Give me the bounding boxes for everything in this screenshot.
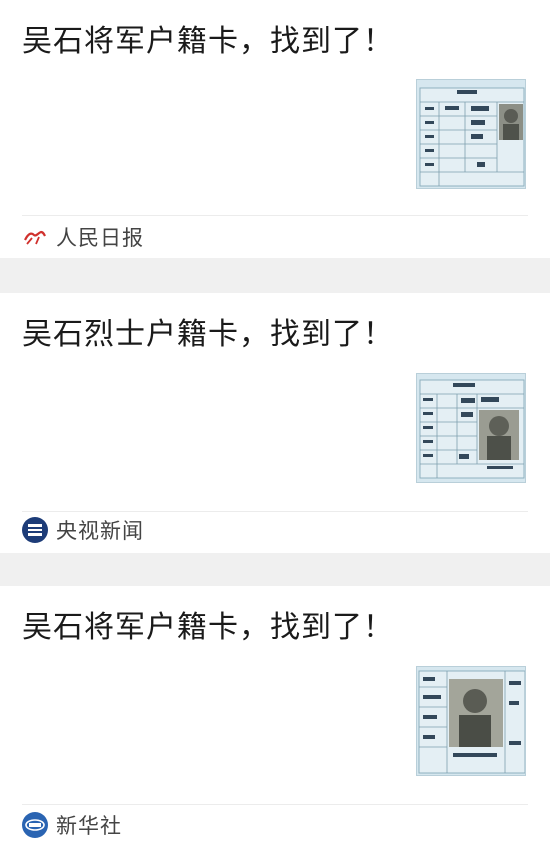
source-row[interactable]: 新华社 [22,810,122,840]
source-name: 人民日报 [56,226,144,250]
news-card[interactable]: 吴石烈士户籍卡，找到了！ 央视新闻 [0,293,550,553]
source-row[interactable]: 人民日报 [22,222,144,252]
card-divider [22,804,528,805]
article-thumbnail[interactable] [416,79,526,189]
household-card-photo-icon [417,80,525,188]
source-name: 新华社 [56,814,122,838]
article-title[interactable]: 吴石烈士户籍卡，找到了！ [22,317,394,353]
article-thumbnail[interactable] [416,666,526,776]
card-divider [22,511,528,512]
household-card-photo-icon [417,667,525,775]
article-title[interactable]: 吴石将军户籍卡，找到了！ [22,24,394,60]
news-feed: 吴石将军户籍卡，找到了！ 人民日报 吴石烈士户籍卡，找到了！ 央视新闻 吴石将军… [0,0,550,853]
xinhua-logo-icon [22,812,48,838]
household-card-photo-icon [417,374,525,482]
article-title[interactable]: 吴石将军户籍卡，找到了！ [22,610,394,646]
source-name: 央视新闻 [56,519,144,543]
card-divider [22,215,528,216]
news-card[interactable]: 吴石将军户籍卡，找到了！ [0,0,550,258]
renmin-ribao-logo-icon [22,224,48,250]
cctv-news-logo-icon [22,517,48,543]
source-row[interactable]: 央视新闻 [22,515,144,545]
news-card[interactable]: 吴石将军户籍卡，找到了！ [0,586,550,853]
article-thumbnail[interactable] [416,373,526,483]
